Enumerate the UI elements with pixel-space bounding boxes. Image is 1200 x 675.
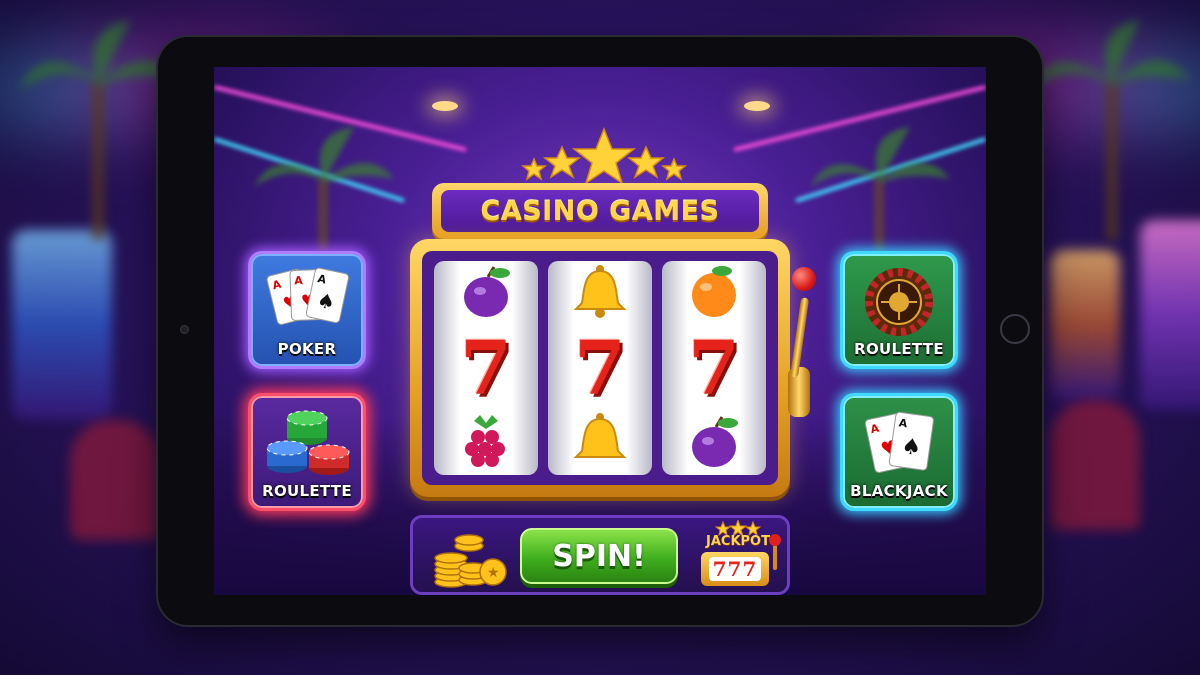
backdrop-slot-machine bbox=[1050, 250, 1120, 400]
star-icon bbox=[542, 145, 582, 179]
star-icon bbox=[571, 126, 637, 185]
mini-lever-knob-icon bbox=[769, 534, 781, 546]
reel-1: 7 bbox=[434, 261, 538, 475]
plum-icon bbox=[692, 416, 738, 467]
star-icon bbox=[660, 157, 688, 181]
svg-text:★: ★ bbox=[487, 565, 500, 581]
reel-2: 7 bbox=[548, 261, 652, 475]
chip-stack-green bbox=[286, 410, 328, 445]
reel-1-seven: 7 bbox=[460, 326, 512, 412]
palm-tree-icon bbox=[20, 20, 180, 240]
spin-button-label: SPIN! bbox=[552, 538, 646, 574]
lever-knob-icon[interactable] bbox=[792, 267, 816, 291]
casino-chips-icon bbox=[266, 410, 350, 475]
stars-decoration bbox=[520, 126, 688, 185]
svg-text:♠: ♠ bbox=[900, 434, 923, 462]
backdrop-chair bbox=[70, 420, 160, 540]
tablet-home-button[interactable] bbox=[1000, 314, 1030, 344]
backdrop-chair bbox=[1050, 400, 1140, 530]
star-icon bbox=[626, 145, 666, 179]
jackpot-display: JACKPOT 777 bbox=[695, 520, 781, 592]
control-bar: ★ SPIN! JACKPOT 777 bbox=[410, 515, 790, 595]
tablet-camera bbox=[180, 325, 189, 334]
star-icon bbox=[520, 157, 548, 181]
game-screen: A ♥ A ♥ A ♠ POKER ROULETTE ROULETTE A ♥ … bbox=[214, 67, 986, 595]
page-title: CASINO GAMES bbox=[480, 195, 720, 227]
reel-3-seven: 7 bbox=[688, 326, 740, 412]
ceiling-lamp bbox=[432, 101, 458, 111]
plum-icon bbox=[464, 266, 510, 317]
backdrop-slot-machine bbox=[1140, 220, 1200, 410]
roulette-game-tile[interactable]: ROULETTE bbox=[840, 251, 958, 369]
jackpot-box: 777 bbox=[701, 552, 769, 586]
roulette-label: ROULETTE bbox=[854, 340, 944, 358]
reel-3: 7 bbox=[662, 261, 766, 475]
blackjack-cards-icon: A♥ A♠ bbox=[864, 411, 934, 473]
jackpot-label: JACKPOT bbox=[706, 534, 770, 549]
slot-machine: 7 7 7 bbox=[410, 239, 790, 497]
backdrop-slot-machine bbox=[12, 230, 112, 420]
raspberry-icon bbox=[465, 415, 505, 467]
roulette-wheel-icon bbox=[865, 268, 933, 336]
poker-game-tile[interactable]: A ♥ A ♥ A ♠ POKER bbox=[248, 251, 366, 369]
slot-lever[interactable] bbox=[790, 297, 810, 378]
title-inner: CASINO GAMES bbox=[441, 190, 759, 232]
palm-tree-icon bbox=[1030, 20, 1190, 240]
orange-icon bbox=[692, 266, 736, 317]
tablet-device: A ♥ A ♥ A ♠ POKER ROULETTE ROULETTE A ♥ … bbox=[158, 37, 1042, 625]
playing-cards-icon: A♥ A♥ A♠ bbox=[266, 267, 350, 325]
chips-tile-label: ROULETTE bbox=[262, 482, 352, 500]
title-plate: CASINO GAMES bbox=[432, 183, 768, 239]
poker-label: POKER bbox=[277, 340, 337, 358]
gold-coins-icon: ★ bbox=[434, 534, 507, 588]
chips-game-tile[interactable]: ROULETTE bbox=[248, 393, 366, 511]
bell-icon bbox=[573, 413, 627, 458]
spin-button[interactable]: SPIN! bbox=[520, 528, 678, 584]
reel-2-seven: 7 bbox=[574, 326, 626, 412]
blackjack-label: BLACKJACK bbox=[850, 482, 948, 500]
jackpot-value: 777 bbox=[708, 557, 762, 581]
reels-window: 7 7 7 bbox=[422, 251, 778, 485]
bell-icon bbox=[573, 265, 627, 318]
blackjack-game-tile[interactable]: A ♥ A ♠ BLACKJACK bbox=[840, 393, 958, 511]
svg-text:A: A bbox=[294, 274, 303, 287]
ceiling-lamp bbox=[744, 101, 770, 111]
